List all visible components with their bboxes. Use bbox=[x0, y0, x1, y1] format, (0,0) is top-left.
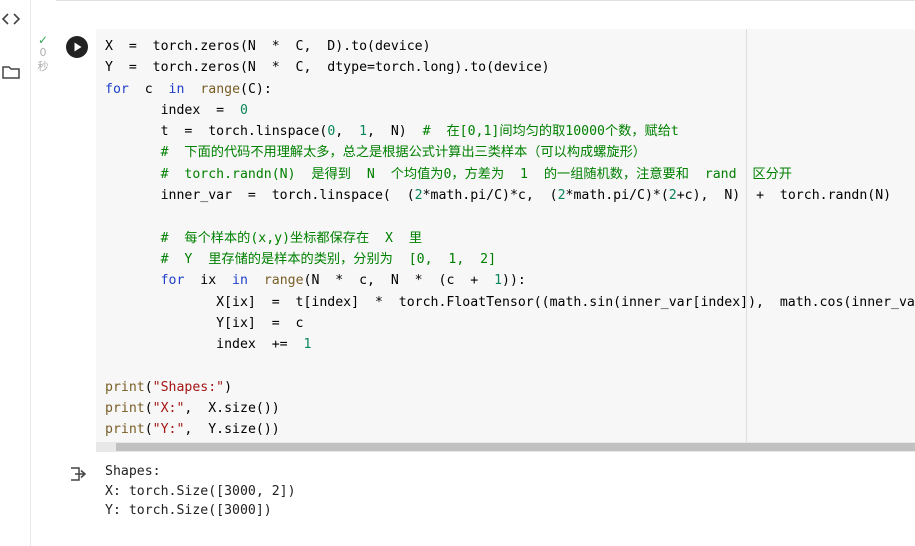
horizontal-scrollbar[interactable] bbox=[96, 442, 915, 452]
cell-top-divider bbox=[56, 0, 915, 1]
output-redirect-icon[interactable] bbox=[68, 464, 88, 484]
folder-icon[interactable] bbox=[0, 64, 22, 84]
check-icon: ✓ bbox=[37, 33, 49, 47]
code-content[interactable]: X = torch.zeros(N * C, D).to(device) Y =… bbox=[105, 36, 915, 441]
execution-status: ✓ 0 秒 bbox=[30, 34, 56, 74]
code-line[interactable]: print("Shapes:") bbox=[105, 380, 232, 395]
left-sidebar bbox=[0, 0, 31, 546]
output-text: Shapes: X: torch.Size([3000, 2]) Y: torc… bbox=[105, 462, 296, 521]
code-brackets-icon[interactable] bbox=[0, 11, 22, 30]
execution-count: 0 bbox=[39, 46, 47, 59]
cell-output: Shapes: X: torch.Size([3000, 2]) Y: torc… bbox=[96, 456, 915, 546]
run-cell-button[interactable] bbox=[66, 36, 88, 58]
code-line[interactable]: t = torch.linspace(0, 1, N) # 在[0,1]间均匀的… bbox=[105, 124, 679, 139]
code-line[interactable]: X = torch.zeros(N * C, D).to(device) bbox=[105, 39, 431, 54]
code-line[interactable]: print("Y:", Y.size()) bbox=[105, 422, 280, 437]
code-editor[interactable]: X = torch.zeros(N * C, D).to(device) Y =… bbox=[96, 29, 915, 452]
code-line[interactable]: index += 1 bbox=[105, 337, 311, 352]
code-line[interactable]: index = 0 bbox=[105, 103, 248, 118]
code-line[interactable]: inner_var = torch.linspace( (2*math.pi/C… bbox=[105, 188, 892, 203]
code-line[interactable]: Y[ix] = c bbox=[105, 316, 303, 331]
code-line[interactable]: # torch.randn(N) 是得到 N 个均值为0，方差为 1 的一组随机… bbox=[105, 167, 792, 182]
code-line[interactable]: # 每个样本的(x,y)坐标都保存在 X 里 bbox=[105, 231, 422, 246]
play-icon bbox=[74, 42, 82, 52]
code-line[interactable]: print("X:", X.size()) bbox=[105, 401, 280, 416]
code-line[interactable]: # Y 里存储的是样本的类别，分别为 [0, 1, 2] bbox=[105, 252, 496, 267]
code-line[interactable]: # 下面的代码不用理解太多，总之是根据公式计算出三类样本（可以构成螺旋形） bbox=[105, 145, 646, 160]
scrollbar-thumb[interactable] bbox=[116, 443, 915, 451]
output-line: X: torch.Size([3000, 2]) bbox=[105, 483, 296, 499]
code-line[interactable]: Y = torch.zeros(N * C, dtype=torch.long)… bbox=[105, 60, 550, 75]
code-line[interactable]: for c in range(C): bbox=[105, 82, 272, 97]
output-line: Shapes: bbox=[105, 464, 161, 479]
code-line[interactable]: for ix in range(N * c, N * (c + 1)): bbox=[105, 273, 526, 288]
execution-unit: 秒 bbox=[37, 60, 49, 73]
output-line: Y: torch.Size([3000]) bbox=[105, 503, 272, 518]
code-line[interactable]: X[ix] = t[index] * torch.FloatTensor((ma… bbox=[105, 295, 915, 310]
